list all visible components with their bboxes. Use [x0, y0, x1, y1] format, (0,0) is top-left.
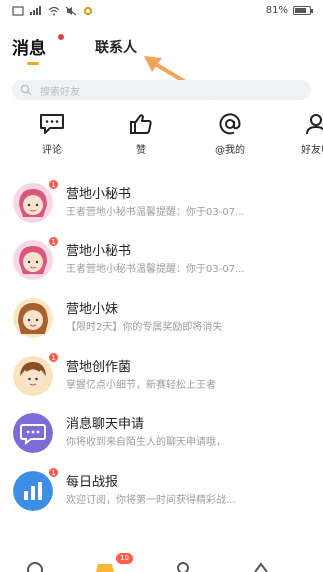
app-notification-icon — [83, 6, 93, 16]
quick-comment[interactable]: 评论 — [22, 113, 82, 156]
girl-brown-avatar[interactable] — [13, 298, 53, 338]
tab-contacts[interactable]: 联系人 — [95, 37, 137, 57]
search-icon — [20, 84, 32, 96]
message-preview: 你将收到来自陌生人的聊天申请哦， — [66, 437, 226, 448]
status-right: 81% — [265, 5, 313, 16]
list-item[interactable]: 1 每日战报 欢迎订阅，你将第一时间获得精彩战... — [0, 458, 323, 518]
nav-discover-icon[interactable] — [250, 560, 272, 572]
nav-message-badge: 10 — [116, 553, 133, 564]
message-title: 消息聊天申请 — [66, 417, 145, 432]
message-preview: 掌握亿点小细节，新赛轻松上王者 — [66, 380, 216, 391]
quick-actions: 评论 赞 @我的 好友申 — [0, 113, 323, 158]
list-item[interactable]: 1 营地创作菌 掌握亿点小细节，新赛轻松上王者 — [0, 343, 323, 403]
quick-like-label: 赞 — [136, 145, 146, 156]
message-title: 营地小妹 — [66, 302, 119, 317]
quick-friend-requests-label: 好友申 — [301, 145, 323, 156]
girl-avatar[interactable] — [13, 240, 53, 280]
quick-friend-requests[interactable]: 好友申 — [286, 113, 323, 156]
search-input[interactable]: 搜索好友 — [40, 83, 80, 98]
quick-mentions-label: @我的 — [215, 145, 245, 156]
thumbs-up-icon — [130, 114, 152, 134]
message-preview: 【限时2天】你的专属奖励即将消失 — [66, 322, 223, 333]
status-bar: 81% — [0, 0, 323, 24]
tab-messages[interactable]: 消息 — [12, 34, 46, 59]
sim-icon — [12, 6, 24, 16]
tab-active-indicator — [27, 62, 39, 65]
girl-avatar[interactable] — [13, 183, 53, 223]
signal-icon — [30, 6, 41, 15]
unread-badge: 1 — [48, 467, 59, 478]
quick-comment-label: 评论 — [42, 145, 62, 156]
at-icon — [219, 113, 241, 135]
unread-badge: 1 — [48, 236, 59, 247]
wifi-icon — [48, 6, 60, 16]
tab-messages-dot — [58, 34, 64, 40]
nav-home-icon[interactable] — [24, 560, 46, 572]
list-item[interactable]: 1 营地小秘书 王者营地小秘书温馨提醒：你于03-07... — [0, 227, 323, 287]
status-icons — [12, 6, 94, 16]
boy-avatar[interactable] — [13, 356, 53, 396]
message-preview: 欢迎订阅，你将第一时间获得精彩战... — [66, 495, 236, 506]
message-preview: 王者营地小秘书温馨提醒：你于03-07... — [66, 207, 245, 218]
list-item[interactable]: 1 营地小秘书 王者营地小秘书温馨提醒：你于03-07... — [0, 170, 323, 230]
message-title: 营地小秘书 — [66, 244, 132, 259]
search-bar[interactable]: 搜索好友 — [12, 80, 311, 100]
bottom-nav: 10 — [0, 553, 323, 572]
message-title: 营地创作菌 — [66, 360, 132, 375]
chat-bubble-avatar[interactable] — [13, 413, 53, 453]
battery-text: 81% — [265, 5, 288, 16]
mute-icon — [65, 6, 77, 16]
list-item[interactable]: 营地小妹 【限时2天】你的专属奖励即将消失 — [0, 285, 323, 345]
nav-message-icon[interactable] — [94, 560, 116, 572]
battery-icon — [293, 6, 313, 15]
message-title: 营地小秘书 — [66, 187, 132, 202]
quick-like[interactable]: 赞 — [111, 113, 171, 156]
message-title: 每日战报 — [66, 475, 119, 490]
quick-mentions[interactable]: @我的 — [200, 113, 260, 156]
unread-badge: 1 — [48, 352, 59, 363]
person-icon — [306, 114, 323, 135]
comment-icon — [40, 114, 64, 134]
unread-badge: 1 — [48, 179, 59, 190]
message-preview: 王者营地小秘书温馨提醒：你于03-07... — [66, 264, 245, 275]
list-item[interactable]: 消息聊天申请 你将收到来自陌生人的聊天申请哦， — [0, 400, 323, 460]
nav-profile-icon[interactable] — [172, 560, 194, 572]
bar-chart-avatar[interactable] — [13, 471, 53, 511]
